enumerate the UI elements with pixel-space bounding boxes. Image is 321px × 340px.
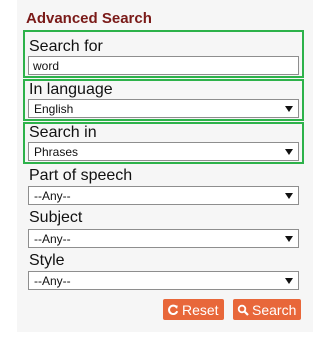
search-button[interactable]: Search (233, 299, 302, 320)
search-for-label: Search for (29, 38, 103, 55)
refresh-icon (168, 304, 179, 315)
in-language-select[interactable]: English (28, 99, 299, 118)
chevron-down-icon (285, 193, 293, 199)
reset-button[interactable]: Reset (163, 299, 224, 320)
search-icon (237, 304, 249, 316)
panel-title: Advanced Search (26, 10, 152, 27)
in-language-selected: English (34, 102, 74, 116)
chevron-down-icon (285, 106, 293, 112)
chevron-down-icon (285, 278, 293, 284)
subject-select[interactable]: --Any-- (28, 229, 299, 248)
search-in-select[interactable]: Phrases (28, 142, 299, 161)
subject-label: Subject (29, 209, 83, 226)
chevron-down-icon (285, 236, 293, 242)
style-label: Style (29, 252, 65, 269)
style-selected: --Any-- (34, 274, 71, 288)
reset-button-label: Reset (182, 301, 219, 318)
style-select[interactable]: --Any-- (28, 271, 299, 290)
search-for-input[interactable] (28, 56, 299, 75)
part-of-speech-select[interactable]: --Any-- (28, 186, 299, 205)
search-in-selected: Phrases (34, 145, 79, 159)
search-button-label: Search (252, 301, 297, 318)
subject-selected: --Any-- (34, 232, 71, 246)
part-of-speech-selected: --Any-- (34, 189, 71, 203)
part-of-speech-label: Part of speech (29, 167, 133, 184)
search-in-label: Search in (29, 124, 97, 141)
in-language-label: In language (29, 81, 113, 98)
chevron-down-icon (285, 149, 293, 155)
